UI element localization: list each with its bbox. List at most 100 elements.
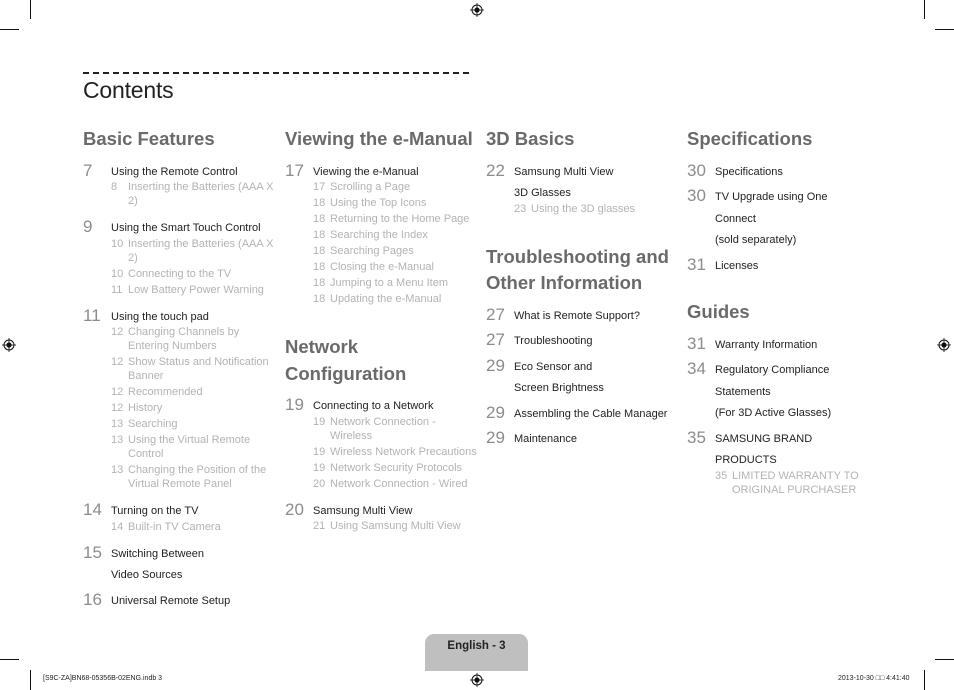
sub-entry[interactable]: 18 Jumping to a Menu Item [313, 276, 480, 290]
crop-mark [924, 670, 925, 690]
toc-entry[interactable]: 30 Specifications [687, 161, 882, 184]
sub-entry-title: Changing Channels by Entering Numbers [128, 326, 240, 352]
entry-body: Eco Sensor and Screen Brightness [514, 356, 681, 400]
sub-entry[interactable]: 18 Updating the e-Manual [313, 292, 480, 306]
sub-entry[interactable]: 10 Inserting the Batteries (AAA X 2) [111, 237, 278, 265]
toc-entry[interactable]: 27 What is Remote Support? [486, 305, 681, 328]
toc-entry[interactable]: 31 Licenses [687, 255, 882, 278]
entry-page-number: 34 [687, 359, 706, 378]
toc-entry[interactable]: 34 Regulatory Compliance Statements (For 3D… [687, 359, 882, 425]
entry-body: Viewing the e-Manual 17 Scrolling a Page 18… [313, 161, 480, 313]
toc-entry[interactable]: 20 Samsung Multi View 21 Using Samsung Mult… [285, 500, 480, 540]
sub-entry-title: Updating the e-Manual [330, 293, 442, 305]
sub-entry-title: Recommended [128, 386, 203, 398]
toc-entry[interactable]: 17 Viewing the e-Manual 17 Scrolling a Page… [285, 161, 480, 313]
entry-title[interactable]: Switching Between Video Sources [111, 543, 278, 587]
entry-title-line: Samsung Multi View [514, 165, 614, 178]
sub-entry[interactable]: 8 Inserting the Batteries (AAA X 2) [111, 180, 278, 208]
sub-entry[interactable]: 18 Returning to the Home Page [313, 212, 480, 226]
sub-entry[interactable]: 13 Searching [111, 417, 278, 431]
entry-title[interactable]: Licenses [715, 255, 882, 278]
entry-page-number: 11 [83, 305, 101, 325]
sub-entry[interactable]: 35 LIMITED WARRANTY TO ORIGINAL PURCHASER [715, 469, 882, 497]
sub-entry[interactable]: 10 Connecting to the TV [111, 267, 278, 281]
section-heading: Basic Features [83, 128, 215, 149]
entry-title[interactable]: Specifications [715, 161, 882, 184]
sub-entry-title: Low Battery Power Warning [128, 283, 264, 296]
page-number-label: English - 3 [447, 640, 506, 652]
toc-entry[interactable]: 11 Using the touch pad 12 Changing Channels… [83, 306, 278, 498]
entry-page-number: 29 [486, 428, 505, 447]
toc-entry[interactable]: 14 Turning on the TV 14 Built-in TV Camera [83, 500, 278, 540]
toc-entry[interactable]: 29 Maintenance [486, 428, 681, 451]
toc-entry[interactable]: 29 Eco Sensor and Screen Brightness [486, 356, 681, 400]
toc-entry[interactable]: 9 Using the Smart Touch Control 10 Insertin… [83, 217, 278, 303]
sub-entry-title: Using Samsung Multi View [330, 520, 461, 532]
crop-mark [0, 29, 19, 30]
toc-entry[interactable]: 7 Using the Remote Control 8 Inserting the … [83, 161, 278, 215]
entry-title[interactable]: Warranty Information [715, 334, 882, 357]
entry-page-number: 27 [486, 330, 505, 349]
sub-entry[interactable]: 18 Searching the Index [313, 228, 480, 242]
toc-entry[interactable]: 31 Warranty Information [687, 334, 882, 357]
sub-entry[interactable]: 19 Network Security Protocols [313, 461, 480, 475]
sub-entry[interactable]: 23 Using the 3D glasses [514, 202, 681, 216]
sub-entry-title: Connecting to the TV [128, 267, 232, 280]
sub-entry[interactable]: 12 Show Status and Notification Banner [111, 355, 278, 383]
sub-entry-list: 8 Inserting the Batteries (AAA X 2) [111, 180, 278, 208]
entry-title[interactable]: Universal Remote Setup [111, 590, 278, 613]
sub-entry-title: Show Status and Notification Banner [128, 356, 269, 382]
entry-title[interactable]: Assembling the Cable Manager [514, 403, 681, 426]
sub-entry[interactable]: 13 Using the Virtual Remote Control [111, 433, 278, 461]
sub-entry-page-number: 35 [715, 469, 728, 482]
sub-entry[interactable]: 19 Wireless Network Precautions [313, 445, 480, 459]
section-heading: 3D Basics [486, 128, 575, 149]
sub-entry[interactable]: 14 Built-in TV Camera [111, 520, 278, 534]
section-heading: Viewing the e-Manual [285, 128, 473, 149]
entry-title[interactable]: SAMSUNG BRAND PRODUCTS [715, 428, 882, 472]
sub-entry[interactable]: 21 Using Samsung Multi View [313, 519, 480, 533]
entry-title-line: Universal Remote Setup [111, 594, 231, 607]
sub-entry[interactable]: 12 Recommended [111, 385, 278, 399]
sub-entry[interactable]: 18 Using the Top Icons [313, 196, 480, 210]
entry-body: Maintenance [514, 428, 681, 451]
sub-entry[interactable]: 12 History [111, 401, 278, 415]
entry-title[interactable]: TV Upgrade using One Connect (sold separat… [715, 186, 882, 252]
toc-entry[interactable]: 15 Switching Between Video Sources [83, 543, 278, 587]
dashed-divider [83, 72, 469, 74]
sub-entry[interactable]: 20 Network Connection - Wired [313, 477, 480, 491]
sub-entry-page-number: 18 [313, 245, 326, 257]
toc-entry[interactable]: 30 TV Upgrade using One Connect (sold separ… [687, 186, 882, 252]
entry-body: SAMSUNG BRAND PRODUCTS 35 LIMITED WARRANTY … [715, 428, 882, 503]
entry-title[interactable]: What is Remote Support? [514, 305, 681, 328]
toc-entry[interactable]: 27 Troubleshooting [486, 330, 681, 353]
toc-entry[interactable]: 16 Universal Remote Setup [83, 590, 278, 613]
sub-entry-title: History [128, 402, 163, 414]
sub-entry[interactable]: 19 Network Connection - Wireless [313, 415, 480, 443]
sub-entry-page-number: 23 [514, 202, 527, 215]
entry-title[interactable]: Maintenance [514, 428, 681, 451]
toc-entry[interactable]: 35 SAMSUNG BRAND PRODUCTS 35 LIMITED WARRANT… [687, 428, 882, 503]
entry-page-number: 35 [687, 427, 706, 447]
entry-title[interactable]: Regulatory Compliance Statements (For 3D A… [715, 359, 882, 425]
sub-entry[interactable]: 18 Searching Pages [313, 244, 480, 258]
entry-title[interactable]: Eco Sensor and Screen Brightness [514, 356, 681, 400]
sub-entry[interactable]: 17 Scrolling a Page [313, 180, 480, 194]
sub-entry[interactable]: 13 Changing the Position of the Virtual R… [111, 463, 278, 491]
sub-entry[interactable]: 12 Changing Channels by Entering Numbers [111, 325, 278, 353]
sub-entry-title: Scrolling a Page [330, 181, 411, 193]
toc-entry[interactable]: 19 Connecting to a Network 19 Network Conne… [285, 395, 480, 497]
sub-entry-page-number: 17 [313, 181, 326, 193]
sub-entry[interactable]: 11 Low Battery Power Warning [111, 283, 278, 297]
toc-entry[interactable]: 29 Assembling the Cable Manager [486, 403, 681, 426]
entry-title[interactable]: Samsung Multi View 3D Glasses [514, 161, 681, 205]
entry-page-number: 31 [687, 333, 706, 353]
sub-entry-page-number: 12 [111, 386, 124, 398]
toc-entry[interactable]: 22 Samsung Multi View 3D Glasses 23 Using th… [486, 161, 681, 222]
sub-entry-list: 19 Network Connection - Wireless 19 Wireles… [313, 415, 480, 491]
entry-title-line: TV Upgrade using One [715, 191, 828, 203]
sub-entry-page-number: 18 [313, 213, 326, 225]
entry-page-number: 16 [83, 589, 102, 609]
sub-entry[interactable]: 18 Closing the e-Manual [313, 260, 480, 274]
entry-title[interactable]: Troubleshooting [514, 330, 681, 353]
